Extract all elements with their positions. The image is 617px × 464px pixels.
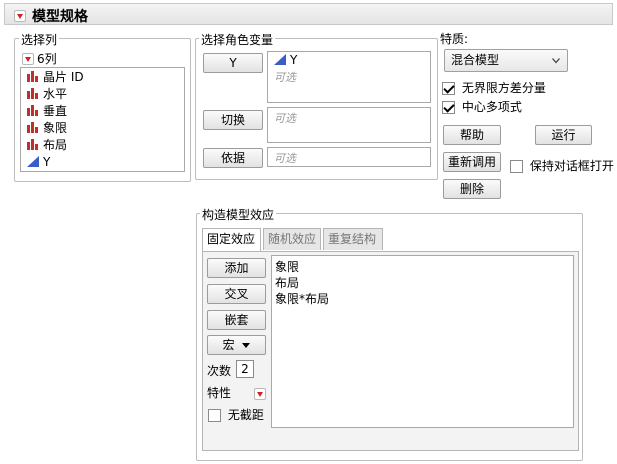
bar-icon [27, 71, 38, 82]
keep-dialog-open-checkbox[interactable] [510, 160, 523, 173]
remove-button[interactable]: 删除 [443, 179, 501, 199]
bar-icon [27, 122, 38, 133]
switch-role-list[interactable]: 可选 [267, 107, 431, 143]
personality-select[interactable]: 混合模型 [444, 49, 568, 72]
no-intercept-checkbox[interactable] [208, 409, 221, 422]
triangle-icon [274, 54, 286, 65]
column-item-layout[interactable]: 布局 [21, 137, 184, 154]
keep-dialog-open-option[interactable]: 保持对话框打开 [510, 157, 614, 174]
column-item-quadrant[interactable]: 象限 [21, 120, 184, 137]
bar-icon [27, 139, 38, 150]
add-button[interactable]: 添加 [207, 258, 266, 278]
tab-random-effects[interactable]: 随机效应 [263, 228, 321, 250]
degree-label: 次数 [207, 364, 232, 378]
triangle-icon [27, 156, 39, 167]
degree-input[interactable]: 2 [236, 360, 254, 378]
center-polynomials-checkbox[interactable] [442, 101, 455, 114]
unbounded-variance-option[interactable]: 无界限方差分量 [442, 79, 546, 96]
column-list[interactable]: 晶片 ID 水平 垂直 象限 布局 Y [20, 67, 185, 172]
attributes-label: 特性 [207, 386, 232, 400]
column-item-wafer-id[interactable]: 晶片 ID [21, 69, 184, 86]
y-role-placeholder: 可选 [274, 71, 296, 84]
column-item-horizontal[interactable]: 水平 [21, 86, 184, 103]
recall-button[interactable]: 重新调用 [443, 152, 501, 172]
dropdown-arrow-icon [242, 343, 251, 348]
tab-fixed-effects[interactable]: 固定效应 [202, 228, 261, 251]
select-columns-label: 选择列 [19, 31, 60, 48]
model-effects-list[interactable]: 象限 布局 象限*布局 [271, 255, 574, 428]
nest-button[interactable]: 嵌套 [207, 310, 266, 330]
bar-icon [27, 88, 38, 99]
effect-item-layout[interactable]: 布局 [272, 275, 573, 291]
personality-selected: 混合模型 [451, 53, 500, 67]
macros-button[interactable]: 宏 [207, 335, 266, 355]
switch-role-button[interactable]: 切换 [203, 110, 263, 130]
y-role-item[interactable]: Y [268, 52, 430, 69]
cross-button[interactable]: 交叉 [207, 284, 266, 304]
no-intercept-option[interactable]: 无截距 [208, 406, 264, 423]
help-button[interactable]: 帮助 [443, 125, 501, 145]
columns-menu-icon[interactable] [22, 52, 34, 65]
by-role-list[interactable]: 可选 [267, 147, 431, 167]
effects-tabbar: 固定效应 随机效应 重复结构 [202, 228, 582, 252]
by-role-button[interactable]: 依据 [203, 148, 263, 168]
center-polynomials-option[interactable]: 中心多项式 [442, 98, 522, 115]
y-role-button[interactable]: Y [203, 53, 263, 73]
chevron-down-icon [552, 58, 560, 64]
disclosure-menu-icon[interactable] [14, 9, 26, 22]
title-bar: 模型规格 [4, 3, 613, 25]
construct-effects-label: 构造模型效应 [200, 206, 277, 223]
effect-item-quadrant[interactable]: 象限 [272, 259, 573, 275]
attributes-menu-icon[interactable] [253, 387, 266, 400]
column-item-y[interactable]: Y [21, 154, 184, 171]
roles-label: 选择角色变量 [199, 31, 276, 48]
y-role-list[interactable]: Y 可选 [267, 51, 431, 103]
bar-icon [27, 105, 38, 116]
personality-label: 特质: [440, 32, 469, 46]
tab-repeated-structure[interactable]: 重复结构 [323, 228, 383, 250]
unbounded-variance-checkbox[interactable] [442, 82, 455, 95]
by-role-placeholder: 可选 [274, 152, 296, 165]
column-count: 6列 [37, 52, 57, 66]
column-item-vertical[interactable]: 垂直 [21, 103, 184, 120]
switch-role-placeholder: 可选 [274, 112, 296, 125]
page-title: 模型规格 [32, 9, 88, 25]
effect-item-quadrant-x-layout[interactable]: 象限*布局 [272, 291, 573, 307]
run-button[interactable]: 运行 [535, 125, 592, 145]
